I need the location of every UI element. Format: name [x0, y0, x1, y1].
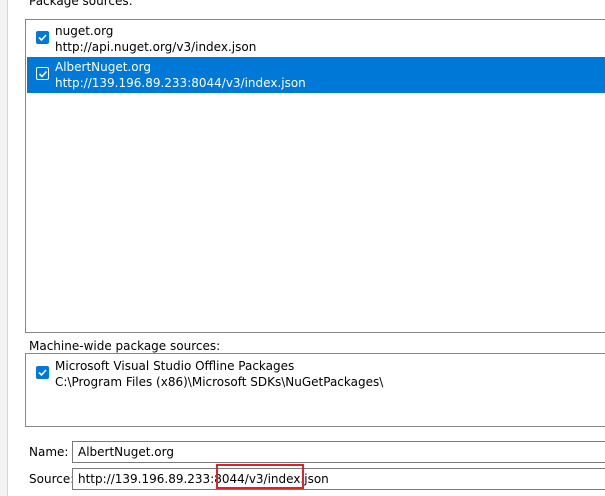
source-input[interactable]: http://139.196.89.233:8044/v3/index.json: [72, 468, 605, 490]
source-item-nuget-org[interactable]: nuget.org http://api.nuget.org/v3/index.…: [27, 21, 605, 57]
name-label: Name:: [29, 445, 69, 459]
source-item-vs-offline-packages[interactable]: Microsoft Visual Studio Offline Packages…: [27, 356, 605, 392]
source-name: Microsoft Visual Studio Offline Packages: [55, 359, 295, 373]
left-panel-edge: [0, 0, 8, 496]
checkbox-checked-icon[interactable]: [36, 67, 49, 80]
checkbox-checked-icon[interactable]: [36, 366, 49, 379]
name-input[interactable]: AlbertNuget.org: [72, 441, 605, 463]
source-input-value: http://139.196.89.233:8044/v3/index.json: [78, 472, 329, 486]
machine-wide-sources-list[interactable]: Microsoft Visual Studio Offline Packages…: [25, 353, 605, 427]
machine-wide-sources-label: Machine-wide package sources:: [29, 339, 221, 353]
source-label: Source:: [29, 472, 75, 486]
package-sources-list[interactable]: nuget.org http://api.nuget.org/v3/index.…: [25, 19, 605, 333]
source-item-albertnuget-org[interactable]: AlbertNuget.org http://139.196.89.233:80…: [27, 57, 605, 93]
source-name: nuget.org: [55, 24, 114, 38]
source-url: C:\Program Files (x86)\Microsoft SDKs\Nu…: [55, 375, 384, 389]
source-url: http://139.196.89.233:8044/v3/index.json: [55, 76, 306, 90]
name-input-value: AlbertNuget.org: [78, 445, 174, 459]
checkbox-checked-icon[interactable]: [36, 31, 49, 44]
source-url: http://api.nuget.org/v3/index.json: [55, 40, 257, 54]
source-name: AlbertNuget.org: [55, 60, 151, 74]
package-sources-label: Package sources:: [29, 0, 133, 8]
